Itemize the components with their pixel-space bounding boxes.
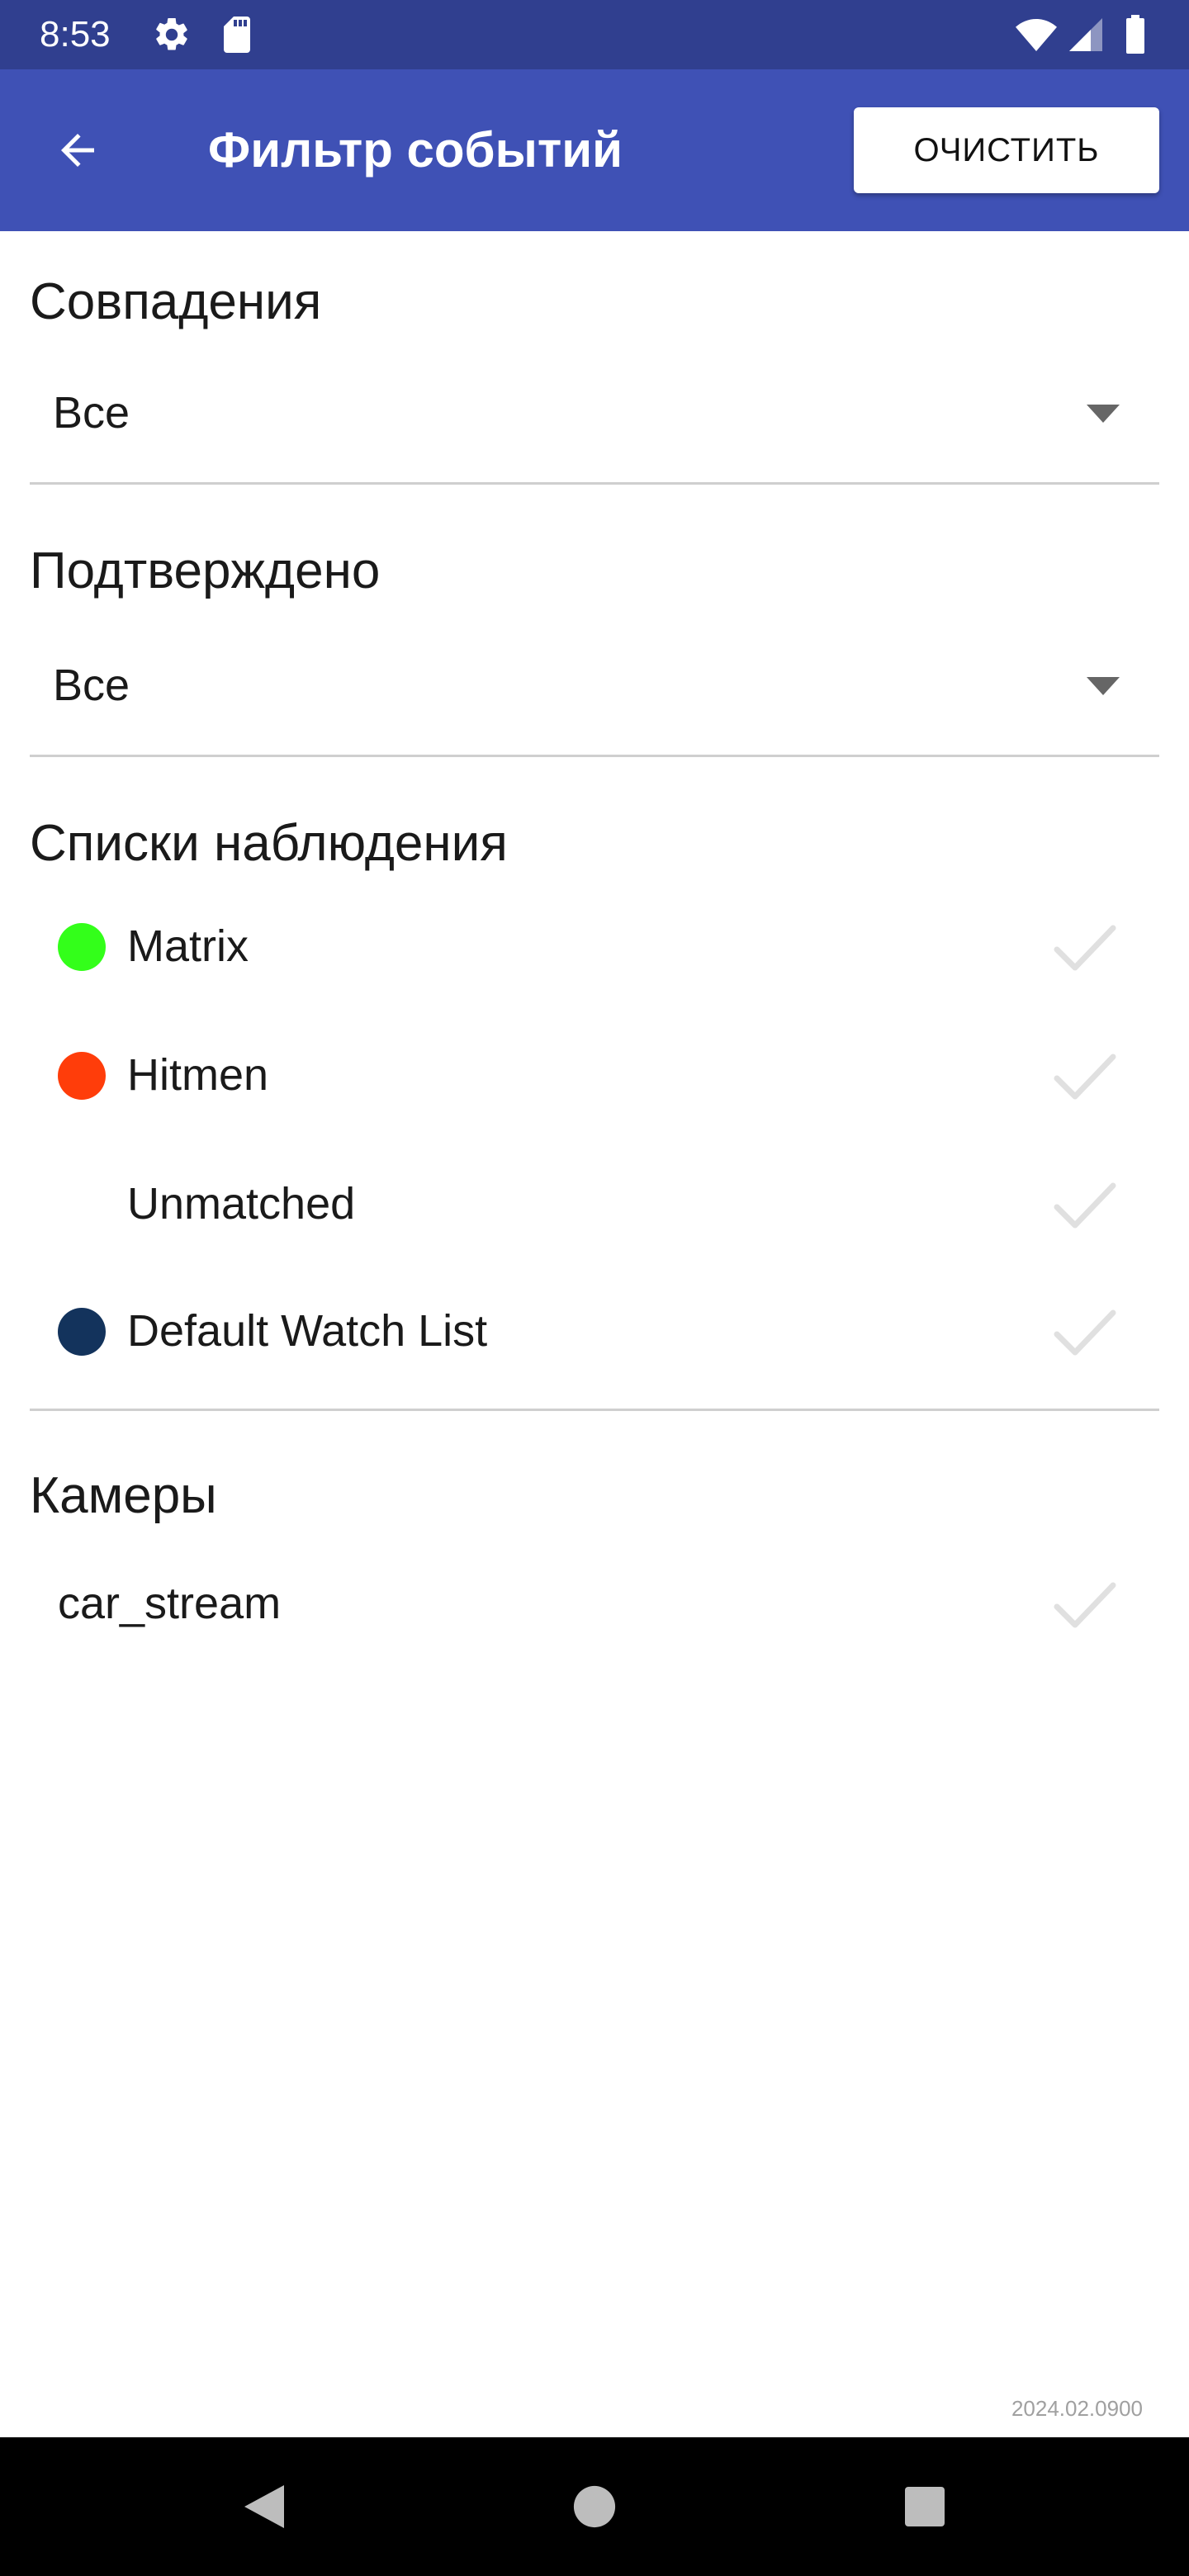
divider <box>30 1409 1159 1411</box>
home-circle-icon <box>573 2485 616 2528</box>
cameras-section-title: Камеры <box>30 1467 217 1524</box>
gear-icon <box>156 17 187 50</box>
battery-icon <box>1126 15 1144 54</box>
check-icon <box>1054 1309 1116 1356</box>
signal-icon <box>1069 18 1102 51</box>
check-icon <box>1054 1582 1116 1628</box>
confirmed-dropdown[interactable]: Все <box>30 636 1159 735</box>
color-dot-icon <box>58 1052 106 1100</box>
matches-section-title: Совпадения <box>30 273 322 330</box>
watch-list-label: Matrix <box>127 921 249 971</box>
status-bar: 8:53 <box>0 0 1189 69</box>
nav-recents-button[interactable] <box>875 2457 974 2556</box>
watch-list-item-default[interactable]: Default Watch List <box>30 1273 1159 1389</box>
nav-home-button[interactable] <box>545 2457 644 2556</box>
arrow-back-icon <box>61 134 94 167</box>
app-bar: Фильтр событий ОЧИСТИТЬ <box>0 69 1189 231</box>
divider <box>30 482 1159 485</box>
watch-list-label: Hitmen <box>127 1050 269 1100</box>
confirmed-selected-value: Все <box>53 661 130 710</box>
wifi-icon <box>1016 19 1057 51</box>
watch-list-item-matrix[interactable]: Matrix <box>30 888 1159 1004</box>
check-icon <box>1054 925 1116 971</box>
dropdown-arrow-icon <box>1087 405 1120 423</box>
watch-list-label: Unmatched <box>127 1179 356 1229</box>
dropdown-arrow-icon <box>1087 677 1120 695</box>
check-icon <box>1054 1182 1116 1229</box>
status-time: 8:53 <box>40 14 111 54</box>
camera-label: car_stream <box>58 1579 282 1628</box>
color-dot-icon <box>58 923 106 971</box>
watch-list-item-unmatched[interactable]: Unmatched <box>30 1146 1159 1262</box>
divider <box>30 755 1159 757</box>
confirmed-section-title: Подтверждено <box>30 542 381 599</box>
clear-button[interactable]: ОЧИСТИТЬ <box>854 107 1159 193</box>
watch-list-label: Default Watch List <box>127 1306 488 1356</box>
watch-list-item-hitmen[interactable]: Hitmen <box>30 1017 1159 1133</box>
page-title: Фильтр событий <box>208 122 623 178</box>
app-version: 2024.02.0900 <box>1011 2396 1143 2421</box>
back-button[interactable] <box>33 106 122 195</box>
navigation-bar <box>0 2437 1189 2576</box>
matches-dropdown[interactable]: Все <box>30 363 1159 462</box>
watch-lists-section-title: Списки наблюдения <box>30 815 508 872</box>
check-icon <box>1054 1054 1116 1100</box>
back-triangle-icon <box>244 2485 284 2528</box>
matches-selected-value: Все <box>53 388 130 438</box>
nav-back-button[interactable] <box>215 2457 314 2556</box>
color-dot-icon <box>58 1308 106 1356</box>
camera-item-car-stream[interactable]: car_stream <box>30 1546 1159 1661</box>
recents-square-icon <box>905 2487 945 2526</box>
sd-card-icon <box>224 17 250 53</box>
